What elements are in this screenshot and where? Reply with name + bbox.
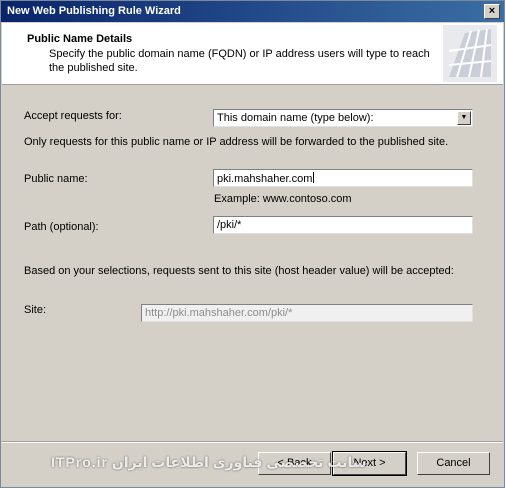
close-button[interactable]: ×: [484, 4, 500, 19]
public-name-value: pki.mahshaher.com: [217, 173, 313, 185]
page-description: Specify the public domain name (FQDN) or…: [49, 48, 430, 74]
site-value: http://pki.mahshaher.com/pki/*: [145, 307, 293, 319]
next-button[interactable]: Next >: [332, 451, 407, 476]
wizard-window: New Web Publishing Rule Wizard × Public …: [0, 0, 505, 488]
site-field: http://pki.mahshaher.com/pki/*: [141, 304, 473, 322]
accept-requests-select[interactable]: This domain name (type below): ▼: [213, 109, 473, 127]
title-bar[interactable]: New Web Publishing Rule Wizard ×: [1, 1, 504, 22]
footer-divider: [2, 441, 503, 443]
site-label: Site:: [24, 304, 47, 316]
wizard-banner-icon: [443, 25, 497, 82]
selection-summary: Based on your selections, requests sent …: [24, 265, 454, 277]
accept-requests-label: Accept requests for:: [24, 110, 122, 122]
back-button[interactable]: < Back: [258, 452, 331, 475]
text-caret: [313, 172, 315, 183]
dropdown-arrow-icon[interactable]: ▼: [457, 111, 471, 125]
accept-requests-value: This domain name (type below):: [217, 112, 374, 124]
cancel-button[interactable]: Cancel: [417, 452, 490, 475]
path-label: Path (optional):: [24, 221, 99, 233]
page-title: Public Name Details: [27, 33, 133, 45]
path-input[interactable]: /pki/*: [213, 216, 473, 234]
window-title: New Web Publishing Rule Wizard: [7, 5, 181, 17]
public-name-example: Example: www.contoso.com: [214, 193, 352, 205]
path-value: /pki/*: [217, 219, 242, 231]
wizard-header: Public Name Details Specify the public d…: [2, 23, 503, 85]
public-name-input[interactable]: pki.mahshaher.com: [213, 169, 473, 187]
close-icon: ×: [488, 5, 496, 17]
public-name-label: Public name:: [24, 173, 88, 185]
accept-requests-note: Only requests for this public name or IP…: [24, 136, 449, 148]
